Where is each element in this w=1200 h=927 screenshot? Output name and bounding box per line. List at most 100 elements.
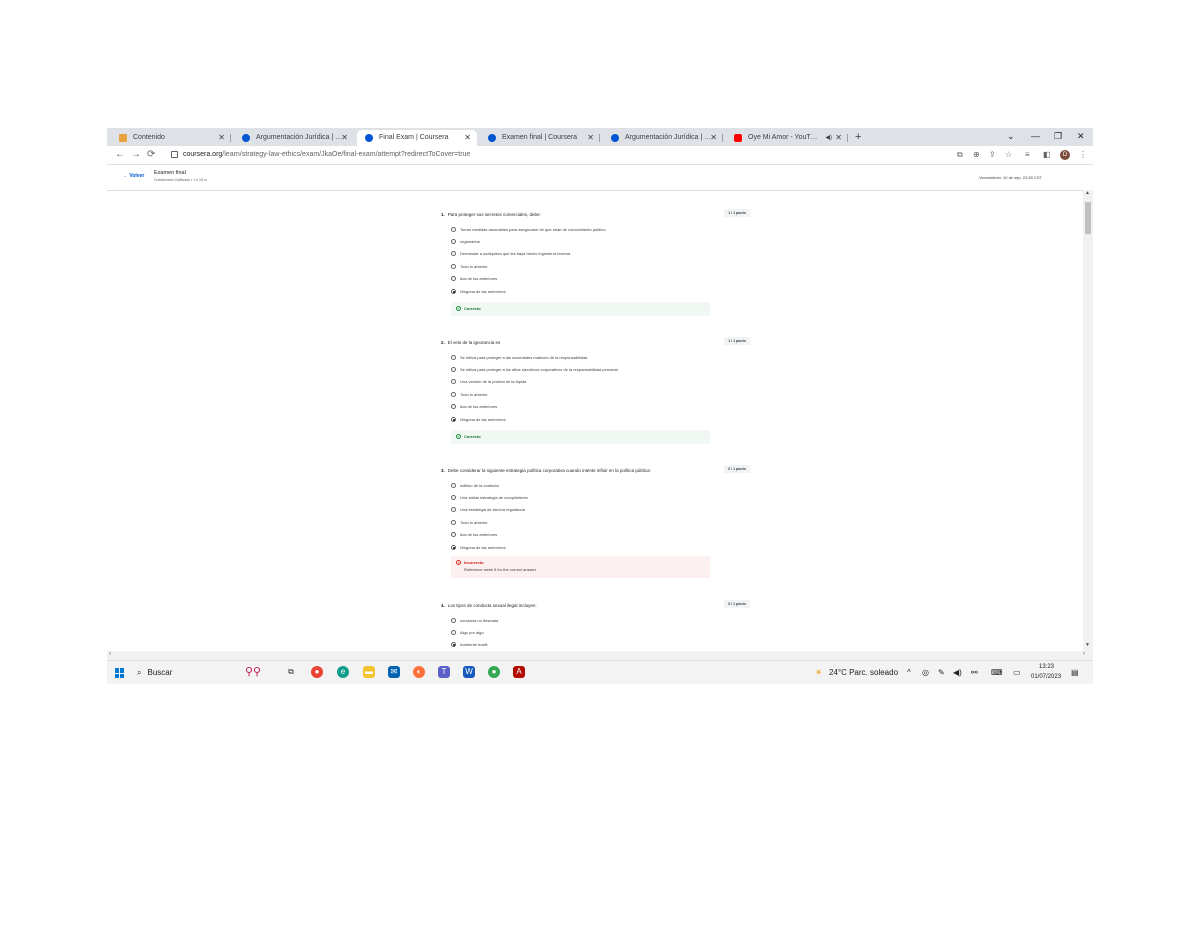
chevron-up-icon[interactable]: ^ xyxy=(907,666,911,680)
new-tab-button[interactable]: + xyxy=(855,130,861,144)
radio-button[interactable] xyxy=(451,355,456,361)
radio-button[interactable] xyxy=(451,367,456,373)
tab-contenido[interactable]: Contenido ✕ xyxy=(111,130,231,146)
option[interactable]: Una sólida estrategia de cumplimiento xyxy=(451,494,528,501)
meet-icon[interactable]: ◎ xyxy=(922,666,929,680)
close-window-button[interactable]: ✕ xyxy=(1077,129,1085,143)
reload-icon[interactable]: ⟳ xyxy=(147,147,155,163)
keyboard-icon[interactable]: ⌨ xyxy=(991,666,1003,680)
tab-argumentacion-2[interactable]: Argumentación Jurídica | Coursera ✕ xyxy=(603,130,723,146)
tab-examen-final[interactable]: Examen final | Coursera ✕ xyxy=(480,130,600,146)
side-panel-icon[interactable]: ◧ xyxy=(1043,148,1051,162)
close-icon[interactable]: ✕ xyxy=(835,130,842,146)
clock-date[interactable]: 01/07/2023 xyxy=(1031,674,1061,680)
option-selected[interactable]: Ninguna de las anteriores xyxy=(451,288,506,295)
close-icon[interactable]: ✕ xyxy=(587,130,594,146)
speaker-icon[interactable]: ◀) xyxy=(825,130,832,146)
task-view-icon[interactable]: ⧉ xyxy=(285,666,297,678)
option-selected[interactable]: Ninguna de las anteriores xyxy=(451,544,506,551)
option[interactable]: conducta no deseada xyxy=(451,617,498,624)
option[interactable]: Todo lo anterior xyxy=(451,263,488,270)
vertical-scrollbar[interactable]: ▲ ▼ xyxy=(1083,190,1093,651)
reading-list-icon[interactable]: ≡ xyxy=(1025,148,1030,162)
chrome-icon[interactable]: ● xyxy=(311,666,323,678)
radio-button[interactable] xyxy=(451,379,456,385)
share-icon[interactable]: ⇪ xyxy=(989,148,996,162)
radio-button[interactable] xyxy=(451,507,456,513)
radio-button[interactable] xyxy=(451,630,456,636)
scroll-left-icon[interactable]: ‹ xyxy=(109,651,111,657)
scroll-up-icon[interactable]: ▲ xyxy=(1085,190,1090,196)
option[interactable]: Una versión de la prueba de la lápida xyxy=(451,378,526,385)
minimize-button[interactable]: — xyxy=(1031,129,1040,143)
volume-icon[interactable]: ◀) xyxy=(953,666,962,680)
radio-button-selected[interactable] xyxy=(451,289,456,295)
radio-button[interactable] xyxy=(451,392,456,398)
restore-button[interactable]: ❐ xyxy=(1054,129,1062,143)
translate-icon[interactable]: ⧉ xyxy=(957,148,963,162)
option[interactable]: Tomar medidas razonables para asegurarse… xyxy=(451,226,607,233)
clock-time[interactable]: 13:23 xyxy=(1039,664,1054,670)
horizontal-scrollbar[interactable]: ‹ › xyxy=(107,651,1093,660)
notifications-icon[interactable]: ▤ xyxy=(1071,666,1079,680)
radio-button-selected[interactable] xyxy=(451,417,456,423)
option[interactable]: dos de los anteriores xyxy=(451,403,497,410)
option[interactable]: Se utiliza para proteger a las sociedade… xyxy=(451,354,587,361)
close-icon[interactable]: ✕ xyxy=(710,130,717,146)
radio-button[interactable] xyxy=(451,618,456,624)
file-explorer-icon[interactable]: ▬ xyxy=(363,666,375,678)
radio-button[interactable] xyxy=(451,239,456,245)
edge-icon[interactable]: e xyxy=(337,666,349,678)
chrome-icon[interactable]: ● xyxy=(488,666,500,678)
teams-icon[interactable]: T xyxy=(438,666,450,678)
option[interactable]: edificio de la coalición xyxy=(451,482,499,489)
back-arrow-icon[interactable]: ← xyxy=(115,147,125,163)
mail-icon[interactable]: ✉ xyxy=(388,666,400,678)
scroll-thumb[interactable] xyxy=(1085,202,1091,234)
option[interactable]: Demandar a cualquiera que les haya hecho… xyxy=(451,250,570,257)
option[interactable]: Una estrategia de brecha regulatoria xyxy=(451,506,525,513)
tab-final-exam[interactable]: Final Exam | Coursera ✕ xyxy=(357,130,477,146)
option[interactable]: dos de los anteriores xyxy=(451,531,497,538)
radio-button[interactable] xyxy=(451,404,456,410)
firefox-icon[interactable]: ◐ xyxy=(413,666,425,678)
menu-kebab-icon[interactable]: ⋮ xyxy=(1079,148,1087,162)
radio-button[interactable] xyxy=(451,264,456,270)
option-selected[interactable]: Ninguna de las anteriores xyxy=(451,416,506,423)
pen-icon[interactable]: ✎ xyxy=(938,666,945,680)
acrobat-icon[interactable]: A xyxy=(513,666,525,678)
radio-button[interactable] xyxy=(451,227,456,233)
radio-button[interactable] xyxy=(451,483,456,489)
scroll-right-icon[interactable]: › xyxy=(1083,651,1085,657)
option[interactable]: Algo por algo xyxy=(451,629,484,636)
radio-button[interactable] xyxy=(451,251,456,257)
weather-icon[interactable]: ☀ xyxy=(815,666,822,680)
back-link[interactable]: ← Volver xyxy=(123,173,144,179)
option[interactable]: dos de los anteriores xyxy=(451,275,497,282)
tab-youtube[interactable]: Oye Mi Amor - YouTube ◀) ✕ xyxy=(726,130,848,146)
word-icon[interactable]: W xyxy=(463,666,475,678)
forward-arrow-icon[interactable]: → xyxy=(131,147,141,163)
radio-button[interactable] xyxy=(451,520,456,526)
radio-button[interactable] xyxy=(451,495,456,501)
bookmark-star-icon[interactable]: ☆ xyxy=(1005,148,1012,162)
taskbar-search[interactable]: ⌕ Buscar xyxy=(129,663,239,683)
bicycle-icon[interactable]: ⚲⚲ xyxy=(245,665,261,678)
radio-button[interactable] xyxy=(451,276,456,282)
network-icon[interactable]: ⚯ xyxy=(971,666,978,680)
close-icon[interactable]: ✕ xyxy=(218,130,225,146)
battery-icon[interactable]: ▭ xyxy=(1013,666,1021,680)
weather-text[interactable]: 24°C Parc. soleado xyxy=(829,666,898,680)
windows-start-icon[interactable] xyxy=(115,668,125,678)
profile-avatar[interactable]: D xyxy=(1060,150,1070,160)
radio-button-selected[interactable] xyxy=(451,545,456,551)
address-bar[interactable]: coursera.org/learn/strategy-law-ethics/e… xyxy=(171,148,470,162)
close-icon[interactable]: ✕ xyxy=(341,130,348,146)
option[interactable]: Todo lo anterior xyxy=(451,391,488,398)
radio-button-selected[interactable] xyxy=(451,642,456,648)
zoom-icon[interactable]: ⊕ xyxy=(973,148,980,162)
option[interactable]: Todo lo anterior xyxy=(451,519,488,526)
scroll-down-icon[interactable]: ▼ xyxy=(1085,642,1090,648)
option[interactable]: registrarlos xyxy=(451,238,480,245)
close-icon[interactable]: ✕ xyxy=(464,130,471,146)
